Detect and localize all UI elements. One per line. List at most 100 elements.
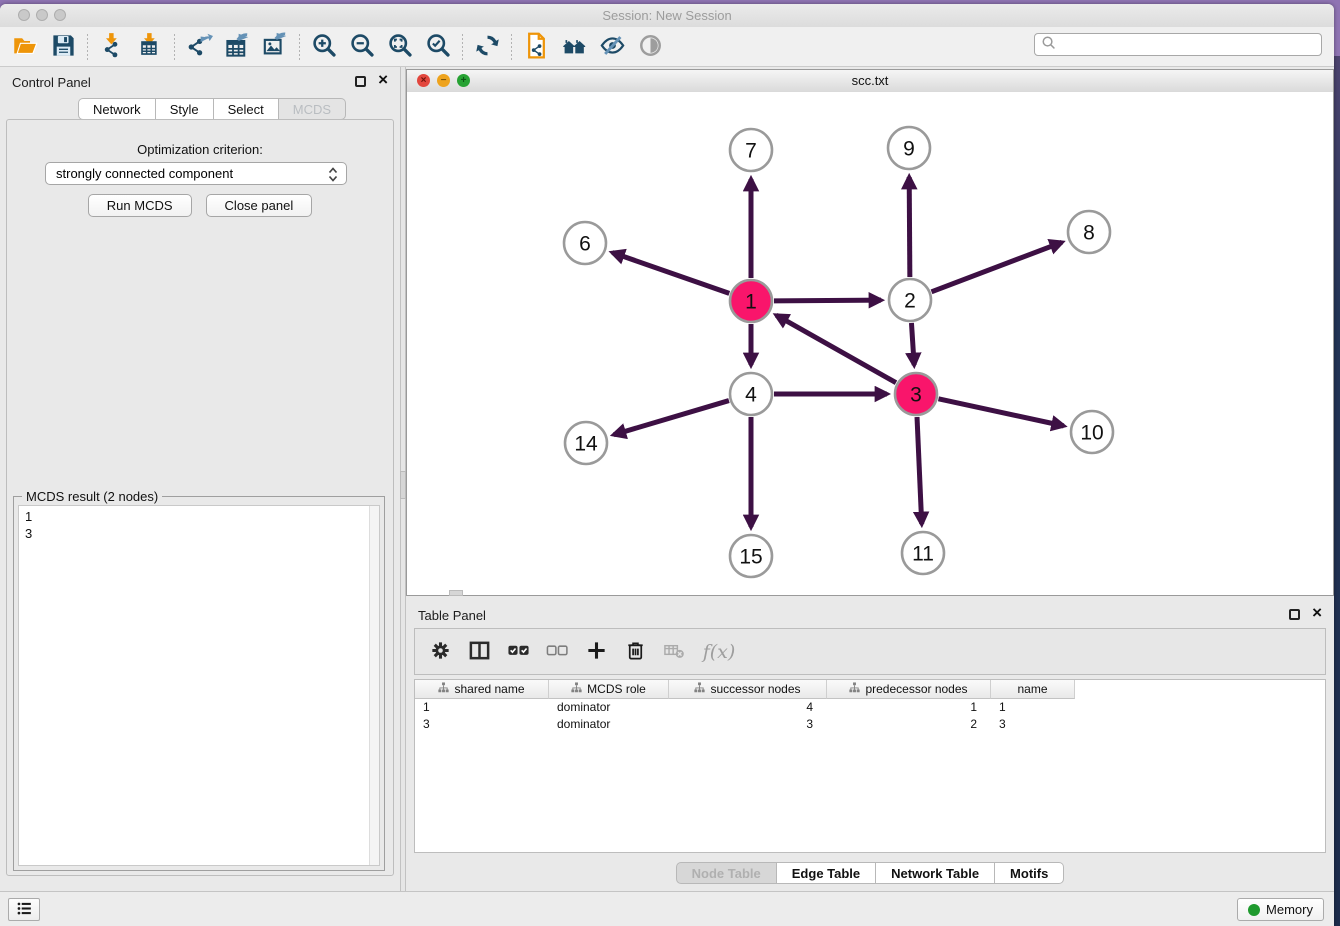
table-cell[interactable]: 3 xyxy=(991,716,1075,733)
table-cell[interactable]: dominator xyxy=(549,699,669,716)
node-table: shared name MCDS rolesuccessor nodes prede… xyxy=(414,679,1326,853)
graph-node-14[interactable]: 14 xyxy=(565,422,607,464)
zoom-out-button[interactable] xyxy=(343,31,381,63)
graph-node-15[interactable]: 15 xyxy=(730,535,772,577)
zoom-selected-button[interactable] xyxy=(419,31,457,63)
graph-node-label: 14 xyxy=(574,433,598,456)
graph-node-4[interactable]: 4 xyxy=(730,373,772,415)
graph-edge-4-14[interactable] xyxy=(614,401,729,435)
search-input[interactable] xyxy=(1056,36,1321,53)
memory-button[interactable]: Memory xyxy=(1237,898,1324,921)
zoom-in-button[interactable] xyxy=(305,31,343,63)
eye-slash-icon xyxy=(599,32,626,62)
tab-network-table[interactable]: Network Table xyxy=(876,862,995,884)
level-of-detail-button[interactable] xyxy=(631,31,669,63)
tab-style[interactable]: Style xyxy=(156,98,214,120)
result-scrollbar[interactable] xyxy=(369,506,379,865)
first-neighbors-button[interactable] xyxy=(555,31,593,63)
graph-node-3[interactable]: 3 xyxy=(895,373,937,415)
tab-select[interactable]: Select xyxy=(214,98,279,120)
table-cell[interactable]: 3 xyxy=(415,716,549,733)
table-cell[interactable]: 1 xyxy=(415,699,549,716)
optimization-select[interactable]: strongly connected component xyxy=(45,162,347,185)
tab-mcds[interactable]: MCDS xyxy=(279,98,346,120)
main-toolbar xyxy=(0,27,1334,67)
zoom-fit-icon xyxy=(387,32,414,62)
open-session-button[interactable] xyxy=(6,31,44,63)
table-settings-button[interactable] xyxy=(425,635,455,669)
table-row[interactable]: 3dominator323 xyxy=(415,716,1325,733)
toolbar-separator xyxy=(87,34,88,60)
table-cell[interactable]: 3 xyxy=(669,716,827,733)
column-label: shared name xyxy=(454,682,524,696)
table-close-icon[interactable]: × xyxy=(1312,603,1322,623)
table-cell[interactable]: 2 xyxy=(827,716,991,733)
table-delete-icon xyxy=(663,639,686,665)
graph-node-11[interactable]: 11 xyxy=(902,532,944,574)
run-mcds-button[interactable]: Run MCDS xyxy=(88,194,192,217)
graph-edge-2-8[interactable] xyxy=(932,242,1062,292)
import-network-button[interactable] xyxy=(93,31,131,63)
search-box[interactable] xyxy=(1034,33,1322,56)
graph-node-9[interactable]: 9 xyxy=(888,127,930,169)
select-all-rows-button[interactable] xyxy=(503,635,533,669)
float-panel-icon[interactable] xyxy=(355,76,366,87)
toolbar-separator xyxy=(462,34,463,60)
column-header-successor-nodes[interactable]: successor nodes xyxy=(669,680,827,699)
graph-edge-3-1[interactable] xyxy=(776,315,896,382)
tab-edge-table[interactable]: Edge Table xyxy=(777,862,876,884)
table-cell[interactable]: 1 xyxy=(827,699,991,716)
pane-divider-grip-horizontal[interactable] xyxy=(449,590,463,596)
export-network-button[interactable] xyxy=(180,31,218,63)
graph-node-8[interactable]: 8 xyxy=(1068,211,1110,253)
refresh-icon xyxy=(474,32,501,62)
task-history-button[interactable] xyxy=(8,898,40,921)
export-image-button[interactable] xyxy=(256,31,294,63)
tree-column-icon xyxy=(571,682,582,696)
zoom-selected-icon xyxy=(425,32,452,62)
column-header-name[interactable]: name xyxy=(991,680,1075,699)
network-canvas[interactable]: 7 9 6 8 1 2 4 3 10 14 15 11 xyxy=(407,92,1333,595)
deselect-all-rows-button[interactable] xyxy=(542,635,572,669)
table-cell[interactable]: 1 xyxy=(991,699,1075,716)
graph-edge-3-11[interactable] xyxy=(917,417,922,524)
import-table-icon xyxy=(137,32,164,62)
copy-network-button[interactable] xyxy=(517,31,555,63)
network-titlebar[interactable]: × − + scc.txt xyxy=(407,70,1333,93)
table-float-icon[interactable] xyxy=(1289,609,1300,620)
table-cell[interactable]: dominator xyxy=(549,716,669,733)
close-panel-button[interactable]: Close panel xyxy=(206,194,313,217)
graph-edge-3-10[interactable] xyxy=(938,399,1063,426)
graph-node-6[interactable]: 6 xyxy=(564,222,606,264)
tab-node-table[interactable]: Node Table xyxy=(676,862,777,884)
column-header-predecessor-nodes[interactable]: predecessor nodes xyxy=(827,680,991,699)
graph-edge-1-6[interactable] xyxy=(612,253,729,294)
toolbar-group xyxy=(6,31,82,63)
tab-network[interactable]: Network xyxy=(78,98,156,120)
column-header-MCDS-role[interactable]: MCDS role xyxy=(549,680,669,699)
zoom-fit-button[interactable] xyxy=(381,31,419,63)
graph-node-7[interactable]: 7 xyxy=(730,129,772,171)
column-header-shared-name[interactable]: shared name xyxy=(415,680,549,699)
close-panel-icon[interactable]: × xyxy=(378,70,388,90)
graph-node-10[interactable]: 10 xyxy=(1071,411,1113,453)
save-session-button[interactable] xyxy=(44,31,82,63)
table-row[interactable]: 1dominator411 xyxy=(415,699,1325,716)
delete-columns-button[interactable] xyxy=(620,635,650,669)
apply-layout-button[interactable] xyxy=(468,31,506,63)
graph-node-1[interactable]: 1 xyxy=(730,280,772,322)
mcds-result-text[interactable]: 13 xyxy=(18,505,380,866)
column-label: predecessor nodes xyxy=(865,682,967,696)
export-table-button[interactable] xyxy=(218,31,256,63)
graph-node-2[interactable]: 2 xyxy=(889,279,931,321)
toggle-column-view-button[interactable] xyxy=(464,635,494,669)
show-hide-graphics-button[interactable] xyxy=(593,31,631,63)
graph-edge-2-3[interactable] xyxy=(911,323,914,365)
graph-edge-2-9[interactable] xyxy=(909,177,910,277)
create-column-button[interactable] xyxy=(581,635,611,669)
tab-motifs[interactable]: Motifs xyxy=(995,862,1064,884)
import-table-button[interactable] xyxy=(131,31,169,63)
graph-edge-1-2[interactable] xyxy=(774,300,881,301)
main-window: Session: New Session Control Panel × Net… xyxy=(0,4,1334,926)
table-cell[interactable]: 4 xyxy=(669,699,827,716)
